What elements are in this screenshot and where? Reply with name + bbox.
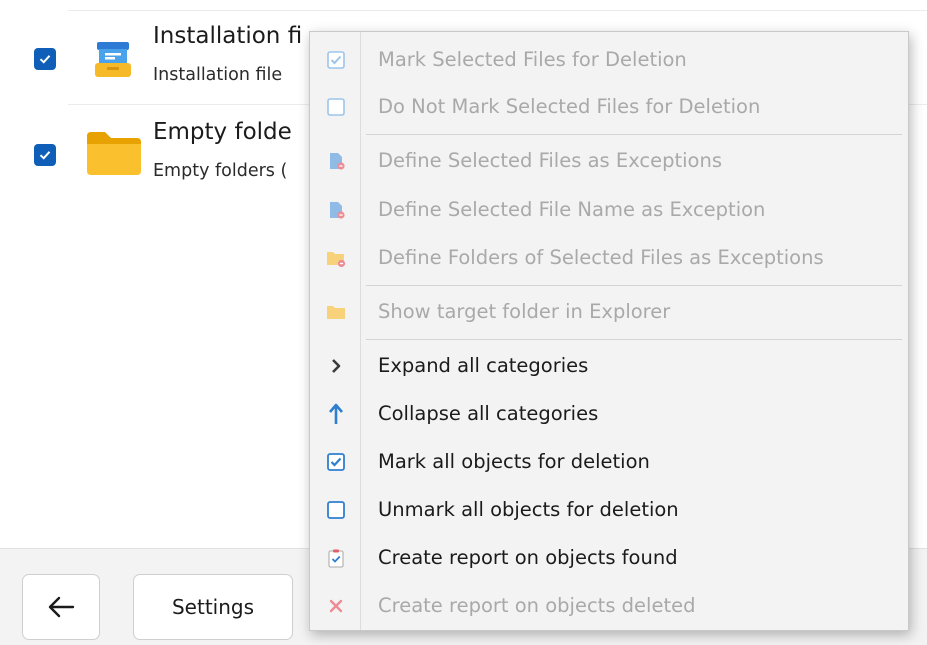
- row-checkbox[interactable]: [34, 48, 56, 70]
- menu-separator: [366, 339, 902, 340]
- red-x-icon: [326, 596, 346, 616]
- arrow-left-icon: [48, 596, 75, 618]
- menu-item-folders-exceptions[interactable]: Define Folders of Selected Files as Exce…: [310, 236, 908, 280]
- checked-box-icon: [326, 452, 346, 472]
- menu-item-unmark-selected[interactable]: Do Not Mark Selected Files for Deletion: [310, 85, 908, 129]
- menu-item-label: Mark Selected Files for Deletion: [378, 48, 687, 71]
- menu-item-collapse-all[interactable]: Collapse all categories: [310, 392, 908, 436]
- file-exception-icon: [326, 151, 346, 171]
- menu-item-show-in-explorer[interactable]: Show target folder in Explorer: [310, 290, 908, 334]
- row-subtitle: Installation file: [153, 65, 283, 85]
- list-top-divider: [68, 10, 927, 11]
- menu-item-unmark-all[interactable]: Unmark all objects for deletion: [310, 488, 908, 532]
- folder-icon: [326, 302, 346, 322]
- folder-exception-icon: [326, 248, 346, 268]
- row-checkbox[interactable]: [34, 144, 56, 166]
- unchecked-box-icon: [326, 500, 346, 520]
- arrow-up-icon: [326, 403, 346, 424]
- menu-item-report-deleted[interactable]: Create report on objects deleted: [310, 584, 908, 628]
- row-title: Installation fi: [153, 23, 303, 49]
- menu-item-files-exceptions[interactable]: Define Selected Files as Exceptions: [310, 139, 908, 183]
- row-title: Empty folde: [153, 119, 292, 145]
- file-exception-icon: [326, 200, 346, 220]
- menu-item-label: Show target folder in Explorer: [378, 300, 671, 323]
- row-subtitle: Empty folders (: [153, 161, 288, 181]
- menu-item-mark-all[interactable]: Mark all objects for deletion: [310, 440, 908, 484]
- menu-item-label: Define Selected File Name as Exception: [378, 198, 766, 221]
- check-icon: [39, 151, 51, 160]
- check-icon: [39, 55, 51, 64]
- menu-item-expand-all[interactable]: Expand all categories: [310, 344, 908, 388]
- menu-item-label: Do Not Mark Selected Files for Deletion: [378, 95, 761, 118]
- unchecked-box-icon: [326, 97, 346, 117]
- menu-item-label: Create report on objects found: [378, 546, 678, 569]
- chevron-right-icon: [326, 356, 346, 376]
- installer-box-icon: [95, 42, 131, 77]
- menu-item-label: Define Selected Files as Exceptions: [378, 149, 723, 172]
- checked-box-icon: [326, 50, 346, 70]
- menu-separator: [366, 134, 902, 135]
- menu-item-label: Unmark all objects for deletion: [378, 498, 679, 521]
- menu-item-label: Expand all categories: [378, 354, 589, 377]
- menu-item-report-found[interactable]: Create report on objects found: [310, 536, 908, 580]
- report-clipboard-icon: [326, 548, 346, 568]
- menu-item-label: Create report on objects deleted: [378, 594, 696, 617]
- menu-item-label: Mark all objects for deletion: [378, 450, 650, 473]
- menu-item-label: Define Folders of Selected Files as Exce…: [378, 246, 824, 269]
- back-button[interactable]: [22, 574, 100, 640]
- folder-icon: [87, 132, 141, 175]
- menu-item-label: Collapse all categories: [378, 402, 599, 425]
- menu-item-mark-selected[interactable]: Mark Selected Files for Deletion: [310, 38, 908, 82]
- context-menu: Mark Selected Files for Deletion Do Not …: [309, 31, 909, 631]
- menu-item-filename-exception[interactable]: Define Selected File Name as Exception: [310, 188, 908, 232]
- settings-button[interactable]: Settings: [133, 574, 293, 640]
- menu-separator: [366, 285, 902, 286]
